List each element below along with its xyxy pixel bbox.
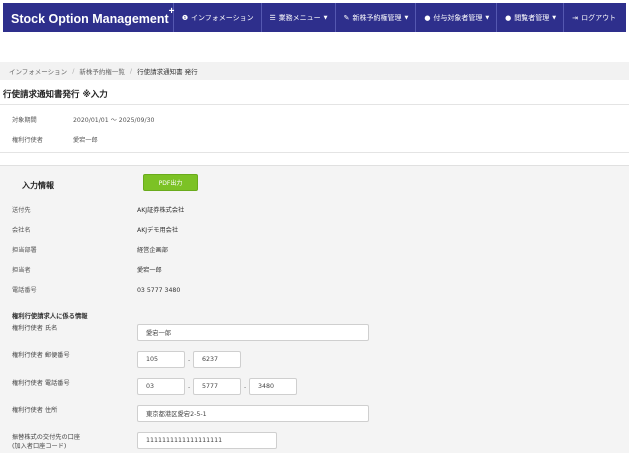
company-value: AKJデモ用会社 (137, 227, 179, 234)
nav-information-label: インフォメーション (191, 13, 254, 22)
breadcrumb-current: 行使請求通知書 発行 (137, 68, 198, 76)
contact-label: 担当者 (12, 267, 31, 274)
holder-address-label: 権利行使者 住所 (12, 407, 58, 414)
company-label: 会社名 (12, 227, 31, 234)
tag-icon: ✎ (343, 13, 350, 22)
nav-grantees-label: 付与対象者管理 (433, 13, 483, 22)
caret-down-icon: ▼ (485, 14, 490, 21)
nav-grantees[interactable]: ● 付与対象者管理 ▼ (415, 3, 496, 32)
account-label-line1: 振替株式の交付先の口座 (12, 434, 81, 441)
nav-business-menu[interactable]: ☰ 業務メニュー ▼ (260, 3, 335, 32)
admin-user-icon: ● (505, 13, 512, 22)
input-info-title: 入力情報 (22, 181, 54, 190)
caret-down-icon: ▼ (552, 14, 557, 21)
period-label: 対象期間 (12, 117, 37, 124)
holder-name-label: 権利行使者 氏名 (12, 325, 58, 332)
phone-dash: - (244, 384, 247, 391)
page-title: 行使請求通知書発行 ※入力 (3, 90, 108, 100)
info-row-company: 会社名 AKJデモ用会社 (12, 225, 178, 234)
zip-first-input[interactable]: 105 (137, 351, 185, 368)
requester-info-title: 権利行使請求人に係る情報 (12, 313, 88, 320)
breadcrumb-separator: / (129, 67, 133, 75)
top-navbar: Stock Option Management+ ❶ インフォメーション ☰ 業務メ… (3, 3, 626, 32)
account-label-line2: (加入者口座コード) (12, 443, 67, 450)
department-label: 担当部署 (12, 247, 37, 254)
nav-viewers-label: 閲覧者管理 (514, 13, 550, 22)
nav-stock-options-label: 新株予約権管理 (352, 13, 402, 22)
breadcrumb-information[interactable]: インフォメーション (9, 66, 67, 76)
holder-value: 愛宕一郎 (73, 137, 98, 144)
breadcrumb-separator: / (72, 67, 75, 75)
summary-period: 対象期間 2020/01/01 〜 2025/09/30 (12, 115, 154, 124)
phone-third-input[interactable]: 3480 (249, 378, 297, 395)
nav-logout[interactable]: ⇥ ログアウト (563, 3, 623, 32)
user-icon: ● (424, 13, 431, 22)
nav-information[interactable]: ❶ インフォメーション (173, 3, 261, 32)
divider (0, 104, 629, 105)
holder-phone-label: 権利行使者 電話番号 (12, 380, 70, 387)
summary-holder: 権利行使者 愛宕一郎 (12, 135, 98, 144)
phone-first-input[interactable]: 03 (137, 378, 185, 395)
zip-second-input[interactable]: 6237 (193, 351, 241, 368)
info-row-recipient: 送付先 AKJ証券株式会社 (12, 205, 184, 214)
period-value: 2020/01/01 〜 2025/09/30 (73, 117, 155, 124)
breadcrumb-stock-option-list[interactable]: 新株予約権一覧 (79, 66, 125, 76)
account-code-input[interactable]: 1111111111111111111 (137, 432, 277, 449)
brand-text: Stock Option Management (11, 12, 169, 27)
phone-dash: - (188, 384, 191, 391)
holder-label: 権利行使者 (12, 137, 43, 144)
recipient-value: AKJ証券株式会社 (137, 207, 185, 214)
logout-icon: ⇥ (572, 13, 579, 22)
nav-business-menu-label: 業務メニュー (278, 13, 321, 22)
department-value: 経営企画部 (137, 247, 168, 254)
menu-list-icon: ☰ (269, 13, 276, 22)
info-row-contact: 担当者 愛宕一郎 (12, 265, 162, 274)
account-label: 振替株式の交付先の口座 (加入者口座コード) (12, 433, 80, 451)
breadcrumb: インフォメーション / 新株予約権一覧 / 行使請求通知書 発行 (0, 62, 629, 80)
brand-plus: + (168, 6, 175, 18)
recipient-label: 送付先 (12, 207, 31, 214)
contact-value: 愛宕一郎 (137, 267, 162, 274)
caret-down-icon: ▼ (404, 14, 409, 21)
phone-label: 電話番号 (12, 287, 37, 294)
divider (0, 152, 629, 153)
phone-second-input[interactable]: 5777 (193, 378, 241, 395)
caret-down-icon: ▼ (323, 14, 328, 21)
info-icon: ❶ (181, 13, 189, 22)
phone-value: 03 5777 3480 (137, 287, 181, 294)
holder-name-input[interactable]: 愛宕一郎 (137, 324, 369, 341)
holder-address-input[interactable]: 東京都港区愛宕2-5-1 (137, 405, 369, 422)
info-row-phone: 電話番号 03 5777 3480 (12, 285, 180, 294)
nav-logout-label: ログアウト (581, 13, 617, 22)
pdf-export-button[interactable]: PDF出力 (143, 174, 198, 191)
nav-viewers[interactable]: ● 閲覧者管理 ▼ (496, 3, 563, 32)
nav-stock-options[interactable]: ✎ 新株予約権管理 ▼ (334, 3, 416, 32)
zip-dash: - (188, 357, 191, 364)
info-row-department: 担当部署 経営企画部 (12, 245, 168, 254)
holder-zip-label: 権利行使者 郵便番号 (12, 352, 70, 359)
app-brand[interactable]: Stock Option Management+ (3, 6, 175, 27)
